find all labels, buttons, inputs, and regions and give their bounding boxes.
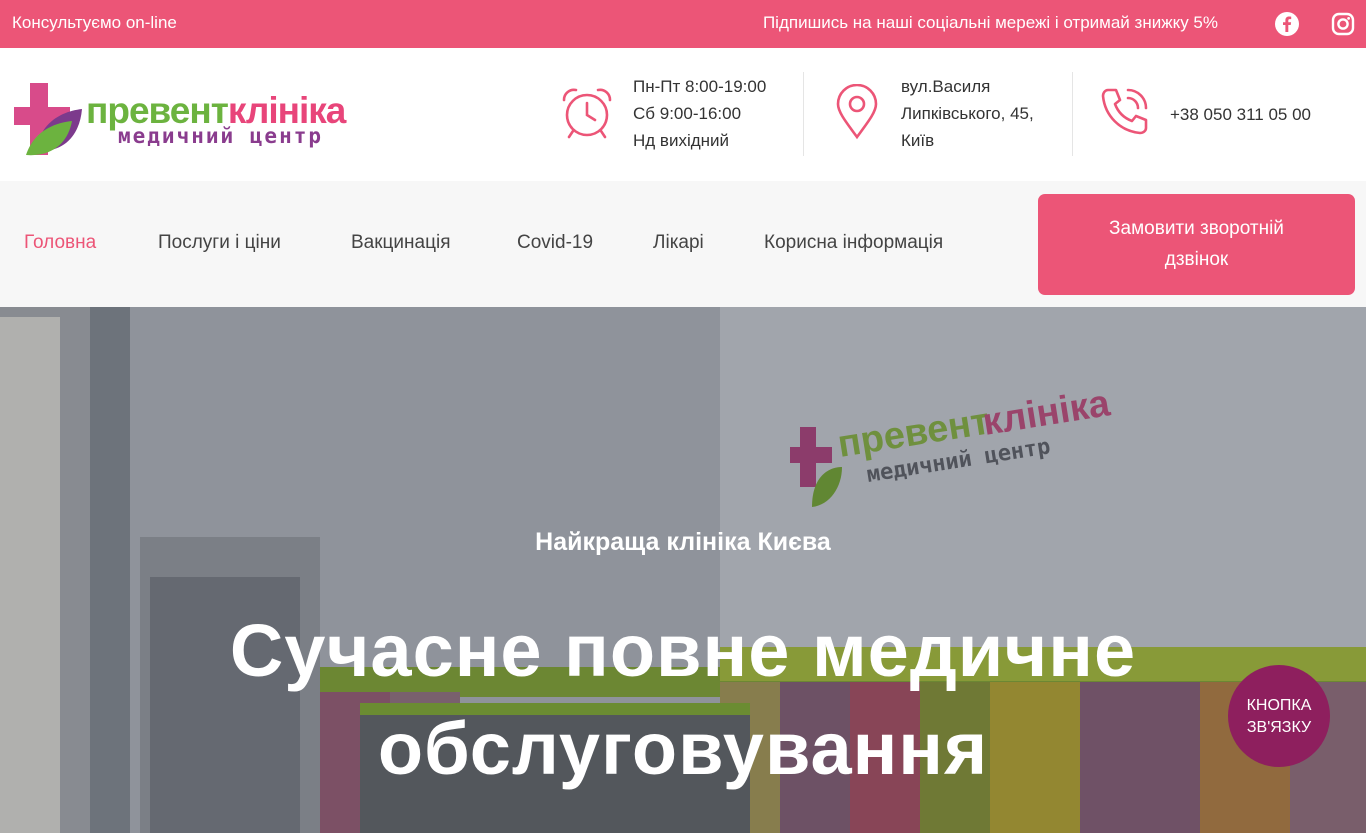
logo-subtitle: медичний центр (118, 124, 324, 148)
nav-item-useful-info[interactable]: Корисна інформація (764, 232, 943, 254)
callback-request-button[interactable]: Замовити зворотній дзвінок (1038, 194, 1355, 295)
phone-number[interactable]: +38 050 311 05 00 (1170, 101, 1311, 128)
main-nav: Головна Послуги і ціни Вакцинація Covid-… (0, 181, 1366, 307)
social-promo-text: Підпишись на наші соціальні мережі і отр… (762, 13, 1218, 32)
nav-item-services[interactable]: Послуги і ціни (158, 232, 281, 254)
facebook-icon[interactable] (1274, 11, 1300, 37)
nav-item-home[interactable]: Головна (24, 232, 96, 254)
nav-item-doctors[interactable]: Лікарі (653, 232, 704, 254)
nav-item-covid[interactable]: Covid-19 (517, 232, 593, 254)
phone-icon (1101, 88, 1148, 135)
contact-button[interactable]: КНОПКА ЗВ'ЯЗКУ (1228, 665, 1330, 767)
address: вул.Василя Липківського, 45, Київ (901, 77, 1034, 150)
logo-cross-leaf-icon (14, 83, 82, 156)
clinic-logo[interactable]: превентклініка медичний центр (14, 81, 354, 161)
nav-item-vaccination[interactable]: Вакцинація (351, 232, 451, 254)
alarm-clock-icon (562, 88, 612, 139)
working-hours: Пн-Пт 8:00-19:00 Сб 9:00-16:00 Нд вихідн… (633, 77, 767, 150)
hero-banner: превент клініка медичний центр Найкраща … (0, 307, 1366, 833)
header: превентклініка медичний центр Пн-Пт 8:00… (0, 48, 1366, 181)
top-bar: Консультуємо on-line Підпишись на наші с… (0, 0, 1366, 48)
header-divider (803, 72, 804, 156)
header-divider (1072, 72, 1073, 156)
instagram-icon[interactable] (1330, 11, 1356, 37)
consult-online-text: Консультуємо on-line (12, 13, 177, 32)
location-pin-icon (836, 84, 878, 140)
hero-title: Сучасне повне медичне обслуговування (229, 609, 1137, 790)
hero-subtitle: Найкраща клініка Києва (535, 528, 831, 556)
